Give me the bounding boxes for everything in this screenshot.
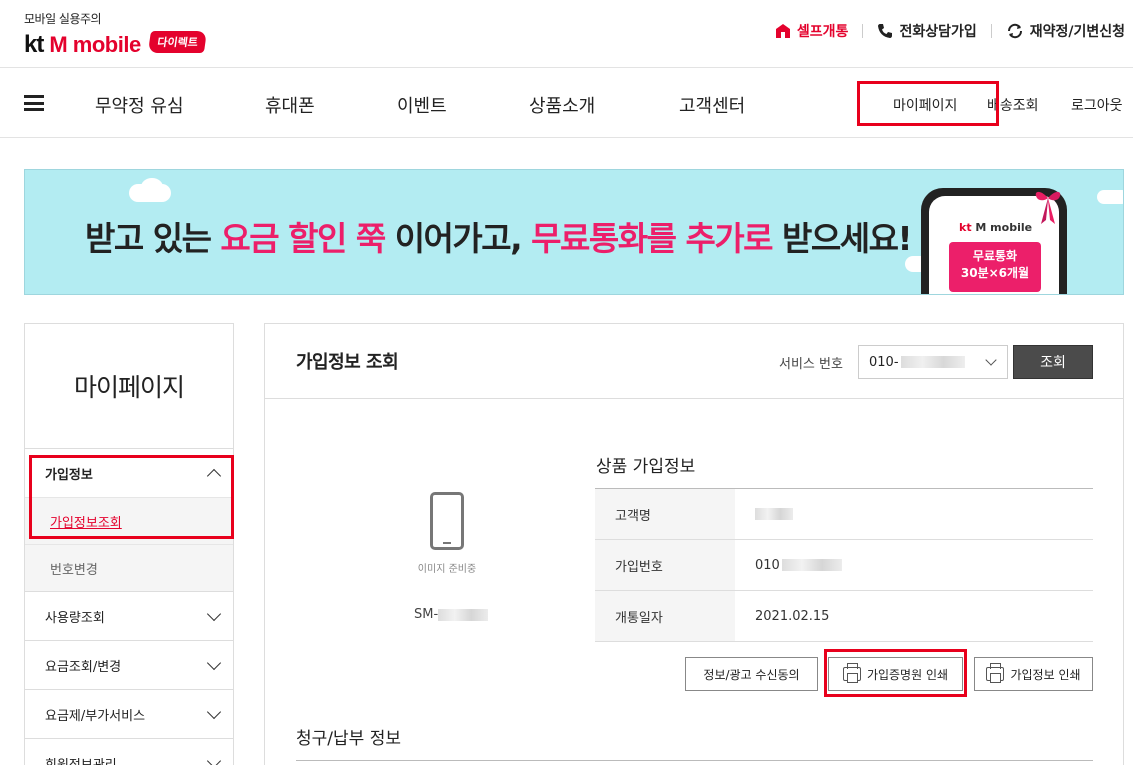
subscription-panel: 가입정보 조회 서비스 번호 010- 조회 이미지 준비중 SM- 상품 가입… (264, 323, 1124, 765)
service-number-value: 010- (869, 354, 899, 370)
phone-signup-label: 전화상담가입 (899, 24, 977, 40)
chevron-down-icon (206, 606, 222, 621)
logo-mmobile: M mobile (49, 32, 141, 57)
device-model: SM- (414, 607, 489, 622)
nav-events[interactable]: 이벤트 (397, 92, 447, 118)
page-title: 가입정보 조회 (296, 352, 399, 373)
banner-text-part: 받으세요! (772, 219, 912, 258)
phone-signup-link[interactable]: 전화상담가입 (877, 21, 977, 41)
hamburger-menu-icon[interactable] (24, 95, 44, 111)
logo-direct-badge: 다이렉트 (147, 31, 208, 53)
chevron-down-icon (206, 704, 222, 719)
service-number-select[interactable]: 010- (858, 345, 1008, 379)
phone-icon (878, 24, 893, 38)
highlight-mypage (857, 81, 999, 126)
chevron-down-icon (985, 354, 997, 366)
logo-kt: kt (24, 31, 44, 58)
free-call-ticket: 무료통화 30분×6개월 (949, 242, 1041, 292)
promo-banner[interactable]: 받고 있는 요금 할인 쭉 이어가고, 무료통화를 추가로 받으세요! kt M… (24, 169, 1124, 295)
banner-headline: 받고 있는 요금 할인 쭉 이어가고, 무료통화를 추가로 받으세요! (85, 212, 913, 260)
sidebar-item-member[interactable]: 회원정보관리 (25, 739, 233, 765)
sidebar-item-label: 사용량조회 (45, 610, 105, 626)
sidebar-item-label: 요금제/부가서비스 (45, 708, 146, 724)
gift-ribbon-icon (1035, 191, 1061, 224)
sidebar-group-plans: 요금제/부가서비스 (25, 690, 233, 739)
mypage-sidebar: 마이페이지 가입정보 가입정보조회 번호변경 사용량조회 요금조회/변경 요금제… (24, 323, 234, 765)
sidebar-group-member: 회원정보관리 (25, 739, 233, 765)
banner-text-highlight: 무료통화를 추가로 (531, 219, 773, 258)
row-key: 가입번호 (595, 540, 735, 590)
sidebar-group-billing: 요금조회/변경 (25, 641, 233, 690)
cloud-shape (1097, 190, 1123, 204)
utility-links: 셀프개통 전화상담가입 재약정/기변신청 (775, 21, 1125, 41)
table-row: 가입번호 010 (595, 540, 1093, 591)
service-number-label: 서비스 번호 (779, 357, 843, 372)
chevron-down-icon (206, 753, 222, 765)
util-divider (990, 24, 992, 38)
row-key: 고객명 (595, 489, 735, 539)
util-divider (862, 24, 864, 38)
masked-subscription-number (781, 559, 842, 571)
ticket-line-1: 무료통화 (972, 249, 1018, 263)
row-key: 개통일자 (595, 591, 735, 641)
billing-info-title: 청구/납부 정보 (296, 729, 401, 749)
banner-text-part: 이어가고, (384, 219, 532, 258)
subscription-number-prefix: 010 (755, 557, 780, 573)
panel-header: 가입정보 조회 서비스 번호 010- 조회 (265, 324, 1123, 399)
logo-wordmark: kt M mobile 다이렉트 (24, 31, 208, 59)
sidebar-title: 마이페이지 (25, 324, 233, 449)
refresh-icon (1007, 23, 1022, 39)
device-image-caption: 이미지 준비중 (417, 564, 477, 575)
shop-icon (775, 24, 790, 38)
banner-text-highlight: 요금 할인 쭉 (220, 219, 386, 258)
printer-icon (986, 663, 1005, 683)
top-header: 모바일 실용주의 kt M mobile 다이렉트 셀프개통 전화상담가입 재약… (0, 0, 1133, 68)
sidebar-item-plans[interactable]: 요금제/부가서비스 (25, 690, 233, 738)
phone-brand: kt M mobile (959, 221, 1033, 234)
masked-model (438, 608, 489, 621)
product-info-table: 고객명 가입번호 010 개통일자 2021.02.15 (595, 488, 1093, 642)
row-value: 010 (735, 540, 1093, 590)
phone-illustration: kt M mobile 무료통화 30분×6개월 (921, 188, 1067, 294)
consent-button[interactable]: 정보/광고 수신동의 (685, 657, 818, 691)
brand-logo[interactable]: 모바일 실용주의 kt M mobile 다이렉트 (24, 10, 208, 59)
row-value: 2021.02.15 (755, 608, 830, 624)
self-open-link[interactable]: 셀프개통 (775, 21, 849, 41)
row-value (735, 489, 1093, 539)
sidebar-subitem-number-change[interactable]: 번호변경 (25, 544, 233, 591)
table-row: 고객명 (595, 489, 1093, 540)
nav-products[interactable]: 상품소개 (529, 92, 595, 118)
ticket-line-2: 30분×6개월 (960, 266, 1030, 280)
banner-text-part: 받고 있는 (85, 219, 221, 258)
sidebar-item-label: 요금조회/변경 (45, 659, 122, 675)
highlight-print-certificate (824, 649, 967, 697)
nav-logout[interactable]: 로그아웃 (1071, 95, 1123, 115)
logo-tagline: 모바일 실용주의 (24, 12, 102, 26)
device-placeholder-icon (430, 492, 464, 550)
divider (296, 760, 1093, 761)
nav-customer-center[interactable]: 고객센터 (679, 92, 745, 118)
sidebar-item-billing[interactable]: 요금조회/변경 (25, 641, 233, 689)
cloud-shape (141, 178, 163, 196)
nav-phones[interactable]: 휴대폰 (265, 92, 315, 118)
device-model-prefix: SM- (414, 607, 439, 622)
print-info-button[interactable]: 가입정보 인쇄 (974, 657, 1093, 691)
sidebar-item-usage[interactable]: 사용량조회 (25, 592, 233, 640)
table-row: 개통일자 2021.02.15 (595, 591, 1093, 642)
masked-number (900, 356, 965, 368)
self-open-label: 셀프개통 (796, 24, 849, 40)
sidebar-group-usage: 사용량조회 (25, 592, 233, 641)
masked-customer-name (755, 508, 793, 520)
renewal-label: 재약정/기변신청 (1029, 24, 1125, 40)
search-button[interactable]: 조회 (1013, 345, 1093, 379)
sidebar-item-label: 회원정보관리 (45, 757, 117, 765)
print-info-label: 가입정보 인쇄 (1010, 667, 1081, 682)
product-info-title: 상품 가입정보 (596, 457, 696, 477)
highlight-subscription-menu (29, 455, 234, 539)
nav-no-contract-usim[interactable]: 무약정 유심 (95, 92, 184, 118)
renewal-link[interactable]: 재약정/기변신청 (1006, 21, 1125, 41)
chevron-down-icon (206, 655, 222, 670)
